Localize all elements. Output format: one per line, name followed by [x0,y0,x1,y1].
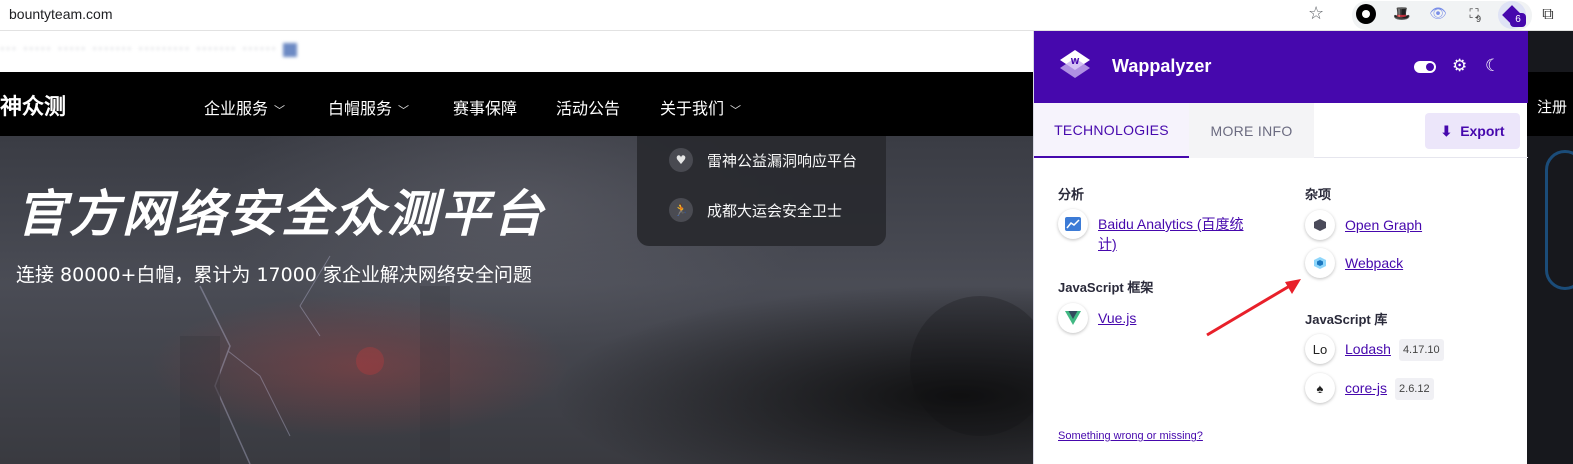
about-dropdown-menu: ♥ 雷神公益漏洞响应平台 🏃 成都大运会安全卫士 [637,136,886,246]
tech-item[interactable]: Webpack [1305,248,1403,278]
download-icon: ⬇ [1440,122,1453,139]
category-misc: 杂项 [1305,187,1332,202]
nav-item-whitehat[interactable]: 白帽服务 ﹀ [328,95,409,119]
moon-icon[interactable]: ☾ [1485,56,1500,76]
runner-icon: 🏃 [669,198,693,222]
nav-item-enterprise[interactable]: 企业服务 ﹀ [204,95,285,119]
extension-circle-icon[interactable] [1356,4,1376,24]
nav-item-announcements[interactable]: 活动公告 [556,95,620,119]
extensions-puzzle-icon[interactable]: ⧉ [1538,4,1558,24]
dropdown-item[interactable]: 🏃 成都大运会安全卫士 [669,198,842,222]
wappalyzer-badge: 6 [1510,13,1526,27]
site-logo[interactable]: 神众测 [0,89,66,121]
site-nav: 神众测 企业服务 ﹀ 白帽服务 ﹀ 赛事保障 活动公告 关于我们 ﹀ [0,72,1033,136]
chevron-down-icon: ﹀ [398,104,410,117]
tech-name[interactable]: core-js 2.6.12 [1345,373,1434,400]
category-js-libraries: JavaScript 库 [1305,312,1388,327]
core-js-icon: ♠ [1305,373,1335,403]
address-bar[interactable]: bountyteam.com ☆ 🎩 👁 ⛶ 9 6 ⧉ [0,0,1573,31]
open-graph-icon [1305,210,1335,240]
category-analytics: 分析 [1058,187,1085,202]
url-text[interactable]: bountyteam.com [9,6,113,22]
toggle-switch[interactable] [1414,61,1436,73]
dropdown-item[interactable]: ♥ 雷神公益漏洞响应平台 [669,148,857,172]
gear-icon[interactable]: ⚙ [1452,56,1467,76]
blurred-topbar-text: ··· ····· ····· ······· ········· ······… [0,40,299,58]
tech-name[interactable]: Webpack [1345,248,1403,273]
blurred-icon [282,42,297,57]
wappalyzer-brand: Wappalyzer [1112,56,1212,76]
category-js-frameworks: JavaScript 框架 [1058,280,1154,295]
chevron-down-icon: ﹀ [274,104,286,117]
hero-title: 官方网络安全众测平台 [16,185,546,243]
tech-item[interactable]: Open Graph [1305,210,1422,240]
tech-item[interactable]: Vue.js [1058,303,1136,333]
wappalyzer-header: W Wappalyzer ⚙ ☾ [1034,31,1528,103]
extension-badge: 9 [1476,14,1482,24]
extension-hat-icon[interactable]: 🎩 [1392,4,1412,24]
vue-icon [1058,303,1088,333]
nav-item-events[interactable]: 赛事保障 [453,95,517,119]
tech-name[interactable]: Vue.js [1098,303,1136,328]
feedback-link[interactable]: Something wrong or missing? [1058,430,1203,442]
svg-text:W: W [1071,57,1080,66]
bookmark-star-icon[interactable]: ☆ [1308,3,1324,24]
decorative-graphic [1545,150,1573,290]
wappalyzer-popup: W Wappalyzer ⚙ ☾ TECHNOLOGIES MORE INFO … [1033,31,1528,464]
hero-subtitle: 连接 80000+白帽，累计为 17000 家企业解决网络安全问题 [16,264,532,286]
tech-item[interactable]: Baidu Analytics (百度统计) [1058,209,1258,254]
annotation-arrow [1206,279,1301,337]
tech-item[interactable]: Lo Lodash 4.17.10 [1305,334,1444,364]
version-badge: 4.17.10 [1398,339,1444,361]
tech-name[interactable]: Open Graph [1345,210,1422,235]
baidu-analytics-icon [1058,209,1088,239]
tech-name[interactable]: Lodash 4.17.10 [1345,334,1444,361]
wappalyzer-logo-icon: W [1060,50,1090,78]
tech-name[interactable]: Baidu Analytics (百度统计) [1098,209,1258,254]
version-badge: 2.6.12 [1395,378,1434,400]
tab-more-info[interactable]: MORE INFO [1189,103,1314,158]
register-link[interactable]: 注册 [1537,96,1567,117]
heart-broken-icon: ♥ [669,148,693,172]
tech-item[interactable]: ♠ core-js 2.6.12 [1305,373,1434,403]
tab-technologies[interactable]: TECHNOLOGIES [1034,103,1189,158]
extension-eye-icon[interactable]: 👁 [1428,4,1448,24]
site-topbar: ··· ····· ····· ······· ········· ······… [0,31,1033,72]
chevron-down-icon: ﹀ [730,104,742,117]
nav-item-about[interactable]: 关于我们 ﹀ [660,95,741,119]
export-button[interactable]: ⬇ Export [1425,113,1520,149]
